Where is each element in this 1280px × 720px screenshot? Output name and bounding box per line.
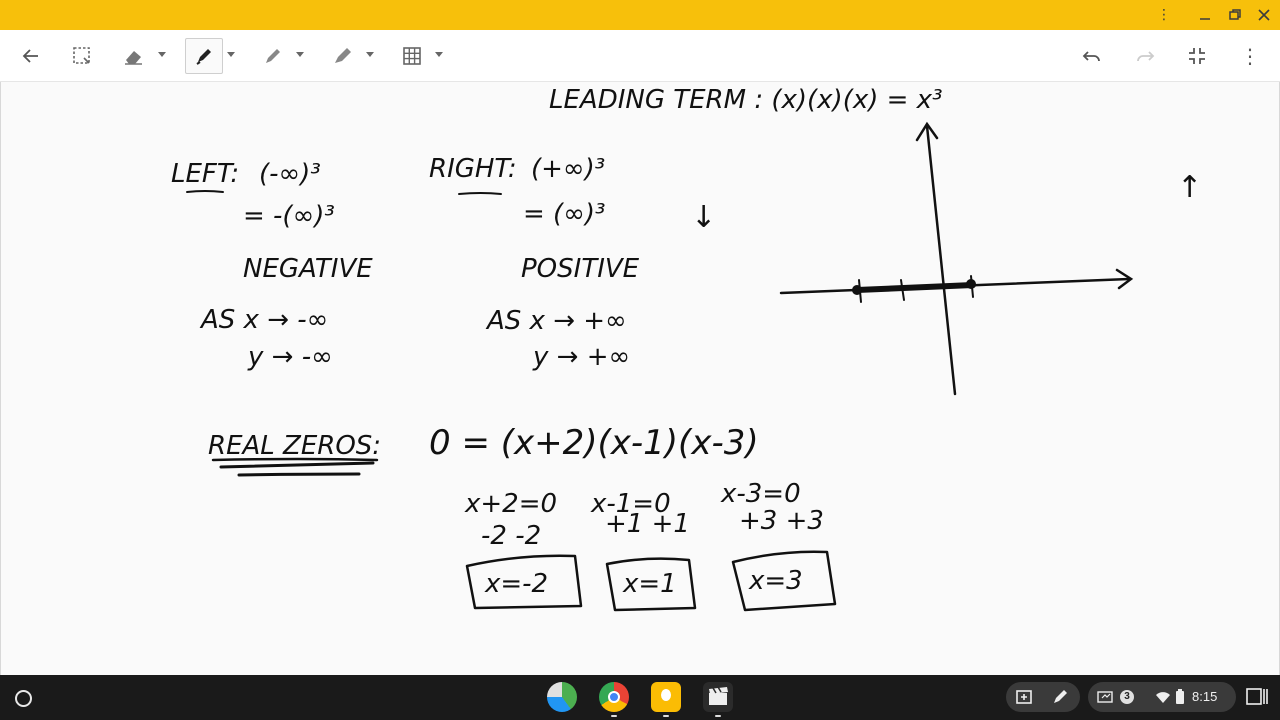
left-limit-y: y → -∞ xyxy=(247,342,333,372)
step2-result: x=1 xyxy=(622,569,677,599)
highlighter-options-chevron-icon[interactable] xyxy=(366,52,374,57)
left-line2: = -(∞)³ xyxy=(243,201,335,231)
exit-fullscreen-icon[interactable] xyxy=(1181,38,1213,74)
wifi-icon xyxy=(1155,690,1171,709)
step3-result: x=3 xyxy=(748,566,803,596)
step2-op: +1 +1 xyxy=(605,509,690,539)
restore-icon[interactable] xyxy=(1224,4,1246,26)
up-arrow: ↑ xyxy=(1177,170,1202,205)
video-icon[interactable] xyxy=(703,682,733,712)
left-sign: NEGATIVE xyxy=(243,254,373,284)
video-running-indicator xyxy=(715,715,721,717)
eraser-icon[interactable] xyxy=(118,38,150,74)
more-vert-icon[interactable]: ⋮ xyxy=(1153,4,1175,26)
pencil-options-chevron-icon[interactable] xyxy=(296,52,304,57)
grid-options-chevron-icon[interactable] xyxy=(435,52,443,57)
step3-eq: x-3=0 xyxy=(720,479,801,509)
step1-result: x=-2 xyxy=(484,569,548,599)
overview-icon[interactable] xyxy=(1246,687,1268,712)
maps-icon[interactable] xyxy=(547,682,577,712)
right-limit-x: AS x → +∞ xyxy=(485,306,627,336)
lasso-select-icon[interactable] xyxy=(66,38,98,74)
undo-icon[interactable] xyxy=(1076,38,1108,74)
redo-icon[interactable] xyxy=(1129,38,1161,74)
zeros-underline-3 xyxy=(237,472,361,477)
zero-point-neg2 xyxy=(852,285,862,295)
launcher-button[interactable] xyxy=(8,683,38,713)
more-vert-icon[interactable]: ⋮ xyxy=(1234,38,1266,74)
notification-count-badge: 3 xyxy=(1120,690,1134,704)
zeros-label: REAL ZEROS: xyxy=(208,431,381,461)
zero-point-pos1 xyxy=(966,279,976,289)
battery-icon xyxy=(1176,689,1184,710)
right-line1: (+∞)³ xyxy=(531,154,605,184)
right-limit-y: y → +∞ xyxy=(532,342,630,372)
eraser-options-chevron-icon[interactable] xyxy=(158,52,166,57)
keep-running-indicator xyxy=(663,715,669,717)
screen-capture-icon[interactable] xyxy=(1014,687,1034,712)
status-tray[interactable]: 3 8:15 xyxy=(1088,682,1236,712)
handwriting-layer: LEADING TERM : (x)(x)(x) = x³ LEFT: (-∞)… xyxy=(171,85,1202,612)
highlighter-icon[interactable] xyxy=(327,38,359,74)
zeros-equation: 0 = (x+2)(x-1)(x-3) xyxy=(429,423,759,463)
tray-tools xyxy=(1006,682,1080,712)
step1-op: -2 -2 xyxy=(481,521,541,551)
marker-pen-icon[interactable] xyxy=(185,38,223,74)
leading-term-heading: LEADING TERM : (x)(x)(x) = x³ xyxy=(549,85,943,115)
chrome-icon[interactable] xyxy=(599,682,629,712)
drawing-canvas[interactable]: LEADING TERM : (x)(x)(x) = x³ LEFT: (-∞)… xyxy=(0,82,1280,675)
close-icon[interactable] xyxy=(1253,4,1275,26)
grid-icon[interactable] xyxy=(396,38,428,74)
window-titlebar[interactable]: ⋮ xyxy=(0,0,1280,30)
axes-sketch xyxy=(779,121,1134,396)
step1-eq: x+2=0 xyxy=(464,489,557,519)
system-shelf: 3 8:15 xyxy=(0,675,1280,720)
clock-time: 8:15 xyxy=(1192,689,1218,704)
right-line2: = (∞)³ xyxy=(523,199,605,229)
left-line1: (-∞)³ xyxy=(259,159,321,189)
step3-op: +3 +3 xyxy=(739,506,824,536)
down-arrow: ↓ xyxy=(691,200,716,235)
minimize-icon[interactable] xyxy=(1194,4,1216,26)
chrome-running-indicator xyxy=(611,715,617,717)
y-axis xyxy=(925,124,957,396)
zeros-underline-2 xyxy=(219,461,375,469)
right-underline xyxy=(458,192,502,195)
marker-options-chevron-icon[interactable] xyxy=(227,52,235,57)
keep-icon[interactable] xyxy=(651,682,681,712)
zeros-underline-1 xyxy=(211,457,379,462)
right-sign: POSITIVE xyxy=(521,254,640,284)
pencil-icon[interactable] xyxy=(257,38,289,74)
stylus-tools-icon[interactable] xyxy=(1050,687,1070,712)
drawing-toolbar: ⋮ xyxy=(0,30,1280,82)
right-label: RIGHT: xyxy=(429,154,517,184)
launcher-circle-icon xyxy=(14,689,32,707)
x-axis-highlight xyxy=(854,282,976,293)
left-label: LEFT: xyxy=(171,159,239,189)
left-limit-x: AS x → -∞ xyxy=(199,305,328,335)
notifications-icon xyxy=(1097,689,1115,710)
back-arrow-icon[interactable] xyxy=(15,38,47,74)
left-underline xyxy=(186,190,224,193)
